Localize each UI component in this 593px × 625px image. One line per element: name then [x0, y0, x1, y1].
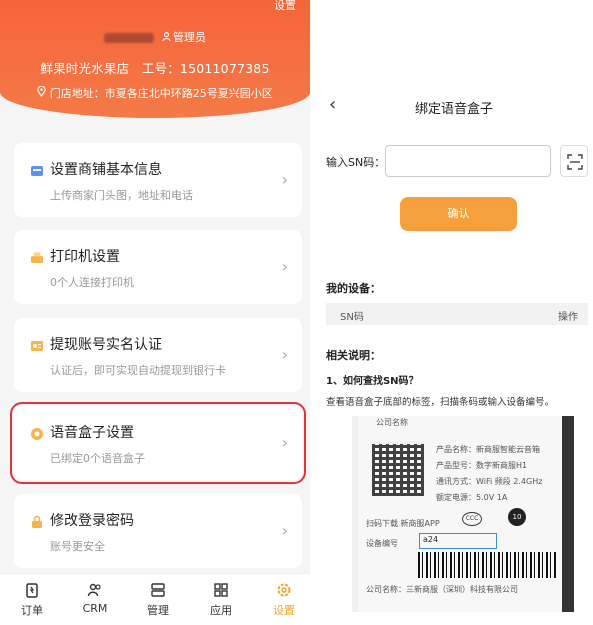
clipboard-icon — [24, 582, 40, 598]
gear-icon — [276, 582, 292, 598]
card-title: 语音盒子设置 — [50, 425, 134, 441]
device-label-photo: 公司名称 产品名称：新商服智能云音箱 产品型号：数字新商服H1 通讯方式：WiF… — [352, 416, 574, 612]
grid-icon — [213, 582, 229, 598]
card-withdraw-auth[interactable]: 提现账号实名认证 认证后，即可实现自动提现到银行卡 › — [14, 318, 302, 392]
sn-label: 输入SN码： — [326, 156, 386, 169]
card-title: 修改登录密码 — [50, 513, 134, 529]
user-icon — [162, 32, 171, 44]
confirm-button[interactable]: 确认 — [400, 197, 517, 231]
ccc-mark: CCC — [462, 512, 482, 526]
lock-icon — [30, 514, 44, 528]
store-icon — [30, 163, 44, 177]
tab-apps[interactable]: 应用 — [196, 582, 246, 618]
tab-orders[interactable]: 订单 — [7, 582, 57, 618]
location-pin-icon — [37, 85, 50, 100]
tab-label: 设置 — [273, 604, 295, 617]
printer-icon — [30, 250, 44, 264]
sn-input[interactable] — [385, 145, 551, 177]
address-value: 市夏各庄北中环路25号夏兴园小区 — [104, 87, 273, 100]
label-power: 额定电源：5.0V 1A — [436, 493, 508, 502]
scan-icon — [567, 154, 583, 174]
label-device-no: 设备编号 — [366, 539, 398, 548]
tab-label: 管理 — [147, 604, 169, 617]
chevron-right-icon: › — [281, 521, 288, 540]
label-sticker: 公司名称 产品名称：新商服智能云音箱 产品型号：数字新商服H1 通讯方式：WiF… — [358, 416, 572, 612]
users-icon — [87, 582, 103, 598]
manage-icon — [150, 582, 166, 598]
card-subtitle: 已绑定0个语音盒子 — [50, 452, 145, 465]
address-label: 门店地址： — [49, 87, 105, 100]
address-row: 门店地址：市夏各庄北中环路25号夏兴园小区 — [0, 85, 310, 101]
shop-name: 鲜果时光水果店 — [40, 61, 130, 76]
id-card-icon — [30, 338, 44, 352]
label-company-bottom: 公司名称：三新商服（深圳）科技有限公司 — [366, 585, 518, 594]
tab-crm[interactable]: CRM — [70, 582, 120, 615]
card-subtitle: 0个人连接打印机 — [50, 276, 134, 289]
chevron-right-icon: › — [281, 345, 288, 364]
my-devices-title: 我的设备： — [326, 282, 381, 295]
col-sn: SN码 — [340, 312, 364, 323]
card-title: 提现账号实名认证 — [50, 337, 162, 353]
role-label: 管理员 — [173, 31, 206, 44]
chevron-right-icon: › — [281, 170, 288, 189]
card-subtitle: 账号更安全 — [50, 540, 105, 553]
label-comm: 通讯方式：WiFi 频段 2.4GHz — [436, 477, 543, 486]
settings-link[interactable]: 设置 — [274, 0, 296, 13]
ten-year-mark: 10 — [508, 508, 526, 526]
photo-shadow — [562, 416, 574, 612]
faq-answer: 查看语音盒子底部的标签，扫描条码或输入设备编号。 — [326, 397, 555, 408]
tab-manage[interactable]: 管理 — [133, 582, 183, 618]
label-model: 产品型号：数字新商服H1 — [436, 461, 528, 470]
card-title: 设置商铺基本信息 — [50, 162, 162, 178]
card-change-password[interactable]: 修改登录密码 账号更安全 › — [14, 494, 302, 568]
barcode — [418, 552, 558, 578]
card-voice-box[interactable]: 语音盒子设置 已绑定0个语音盒子 › — [10, 402, 306, 484]
bind-voice-box-screen: ‹ 绑定语音盒子 输入SN码： 确认 我的设备： SN码 操作 相关说明： 1、… — [315, 0, 593, 625]
tab-label: 应用 — [210, 604, 232, 617]
scan-button[interactable] — [560, 145, 588, 177]
settings-screen: 设置 管理员 鲜果时光水果店 工号：15011077385 门店地址：市夏各庄北… — [0, 0, 310, 625]
nav-bar: ‹ 绑定语音盒子 — [315, 92, 593, 122]
redacted-name — [104, 33, 154, 43]
profile-header: 设置 管理员 鲜果时光水果店 工号：15011077385 门店地址：市夏各庄北… — [0, 0, 310, 118]
staff-no-label: 工号： — [141, 61, 180, 76]
user-name-row: 管理员 — [0, 29, 310, 45]
speaker-icon — [30, 426, 44, 440]
sn-highlight-box: a24 — [419, 533, 497, 549]
label-product-name: 产品名称：新商服智能云音箱 — [436, 445, 540, 454]
device-no-value: a24 — [423, 535, 439, 544]
shop-info: 鲜果时光水果店 工号：15011077385 — [0, 58, 310, 77]
notes-title: 相关说明： — [326, 349, 381, 362]
chevron-right-icon: › — [281, 433, 288, 452]
page-title: 绑定语音盒子 — [414, 102, 493, 117]
tab-label: CRM — [82, 602, 108, 615]
tab-settings[interactable]: 设置 — [259, 582, 309, 618]
label-download: 扫码下载 新商服APP — [366, 519, 440, 528]
card-subtitle: 认证后，即可实现自动提现到银行卡 — [50, 364, 226, 377]
staff-no: 15011077385 — [179, 61, 270, 76]
tab-label: 订单 — [21, 604, 43, 617]
card-printer[interactable]: 打印机设置 0个人连接打印机 › — [14, 230, 302, 304]
chevron-right-icon: › — [281, 257, 288, 276]
card-subtitle: 上传商家门头图，地址和电话 — [50, 189, 193, 202]
bottom-tab-bar: 订单 CRM 管理 应用 设置 — [0, 573, 310, 625]
qr-code — [372, 444, 424, 496]
col-op: 操作 — [558, 312, 578, 323]
card-store-info[interactable]: 设置商铺基本信息 上传商家门头图，地址和电话 › — [14, 143, 302, 217]
faq-question: 1、如何查找SN码？ — [326, 376, 419, 387]
label-company-top: 公司名称 — [376, 418, 408, 427]
card-title: 打印机设置 — [50, 249, 120, 265]
devices-table-header: SN码 操作 — [326, 303, 588, 325]
